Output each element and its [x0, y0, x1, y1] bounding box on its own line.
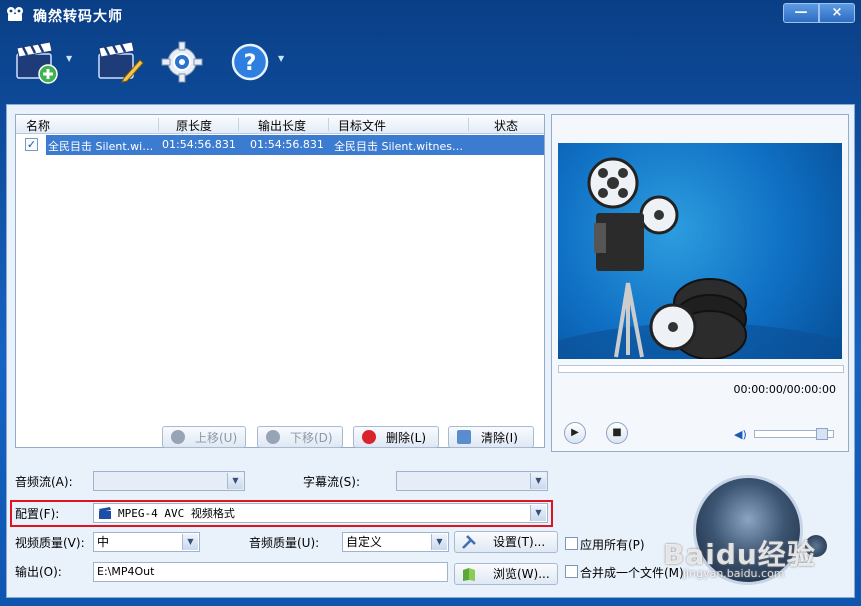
audio-quality-label: 音频质量(U): [249, 536, 320, 550]
window-controls: — × [783, 3, 855, 23]
toolbar: ▼ ? ▼ [0, 32, 861, 94]
watermark-url: jingyan.baidu.com [683, 567, 785, 580]
window-title: 确然转码大师 [33, 9, 123, 25]
apply-all-label: 应用所有(P) [580, 538, 645, 552]
video-quality-select[interactable]: 中 ▼ [93, 532, 200, 552]
output-label: 输出(O): [15, 565, 62, 579]
chevron-down-icon: ▼ [182, 534, 198, 550]
move-up-button[interactable]: 上移(U) [162, 426, 246, 448]
app-window: 确然转码大师 — × ▼ ? ▼ 名称 原长度 输出长度 目标文件 状态 ✓ 全… [0, 0, 861, 606]
file-list[interactable]: 名称 原长度 输出长度 目标文件 状态 ✓ 全民目击 Silent.wi… 01… [15, 114, 545, 448]
up-arrow-icon [171, 430, 185, 444]
browse-button[interactable]: 浏览(W)... [454, 563, 558, 585]
seek-bar[interactable] [558, 365, 844, 373]
merge-checkbox[interactable] [565, 565, 578, 578]
column-original-length[interactable]: 原长度 [176, 117, 212, 134]
column-name[interactable]: 名称 [26, 117, 50, 134]
audio-stream-select[interactable]: ▼ [93, 471, 245, 491]
play-button[interactable]: ▶ [564, 422, 586, 444]
down-arrow-icon [266, 430, 280, 444]
chevron-down-icon: ▼ [530, 505, 546, 521]
preview-panel: 00:00:00/00:00:00 ▶ ■ ◀) [551, 114, 849, 452]
output-path-field[interactable]: E:\MP4Out [93, 562, 448, 582]
row-target-file: 全民目击 Silent.witnes… [334, 140, 463, 153]
move-down-button[interactable]: 下移(D) [257, 426, 343, 448]
clear-label: 清除(I) [481, 430, 518, 445]
subtitle-stream-label: 字幕流(S): [303, 475, 361, 489]
profile-label: 配置(F): [15, 507, 60, 521]
clapperboard-pencil-icon[interactable] [96, 38, 144, 86]
minimize-button[interactable]: — [783, 3, 819, 23]
profile-select[interactable]: MPEG-4 AVC 视频格式 ▼ [93, 503, 548, 523]
row-name: 全民目击 Silent.wi… [48, 140, 154, 153]
chevron-down-icon: ▼ [530, 473, 546, 489]
projector-image [558, 143, 842, 359]
move-down-label: 下移(D) [290, 430, 333, 445]
chevron-down-icon: ▼ [431, 534, 447, 550]
playback-time: 00:00:00/00:00:00 [733, 383, 836, 396]
audio-quality-select[interactable]: 自定义 ▼ [342, 532, 449, 552]
film-reel-icon [7, 7, 23, 21]
clapperboard-plus-icon[interactable] [14, 38, 62, 86]
clear-button[interactable]: 清除(I) [448, 426, 534, 448]
delete-icon [362, 430, 376, 444]
settings-button[interactable]: 设置(T)... [454, 531, 558, 553]
audio-quality-value: 自定义 [346, 535, 383, 549]
add-dropdown-chevron-icon[interactable]: ▼ [66, 54, 72, 63]
profile-value: MPEG-4 AVC 视频格式 [118, 507, 235, 520]
clapperboard-icon [99, 507, 111, 519]
help-icon[interactable]: ? [226, 38, 274, 86]
row-output-length: 01:54:56.831 [250, 138, 324, 151]
audio-stream-label: 音频流(A): [15, 475, 73, 489]
move-up-label: 上移(U) [195, 430, 238, 445]
volume-slider[interactable] [754, 428, 834, 440]
title-bar: 确然转码大师 — × [0, 0, 861, 30]
row-checkbox[interactable]: ✓ [25, 138, 38, 151]
svg-text:?: ? [244, 51, 257, 76]
file-list-header: 名称 原长度 输出长度 目标文件 状态 [16, 115, 544, 134]
column-target-file[interactable]: 目标文件 [338, 117, 386, 134]
subtitle-stream-select[interactable]: ▼ [396, 471, 548, 491]
video-quality-label: 视频质量(V): [15, 536, 85, 550]
video-quality-value: 中 [97, 535, 110, 549]
table-row[interactable]: 全民目击 Silent.wi… 01:54:56.831 01:54:56.83… [46, 135, 544, 155]
volume-icon: ◀) [734, 428, 747, 441]
row-original-length: 01:54:56.831 [162, 138, 236, 151]
clear-icon [457, 430, 471, 444]
settings-button-label: 设置(T)... [493, 535, 546, 549]
gear-icon[interactable] [158, 38, 206, 86]
column-output-length[interactable]: 输出长度 [258, 117, 306, 134]
help-dropdown-chevron-icon[interactable]: ▼ [278, 54, 284, 63]
chevron-down-icon: ▼ [227, 473, 243, 489]
close-button[interactable]: × [819, 3, 855, 23]
volume-slider-handle[interactable] [816, 428, 828, 440]
delete-label: 删除(L) [386, 430, 427, 445]
column-status[interactable]: 状态 [494, 117, 518, 134]
list-buttons: 上移(U) 下移(D) 删除(L) 清除(I) [16, 425, 546, 449]
tools-icon [462, 535, 476, 549]
browse-button-label: 浏览(W)... [493, 567, 550, 581]
delete-button[interactable]: 删除(L) [353, 426, 439, 448]
folder-icon [463, 568, 475, 581]
stop-button[interactable]: ■ [606, 422, 628, 444]
apply-all-checkbox[interactable] [565, 537, 578, 550]
main-panel: 名称 原长度 输出长度 目标文件 状态 ✓ 全民目击 Silent.wi… 01… [6, 104, 855, 598]
